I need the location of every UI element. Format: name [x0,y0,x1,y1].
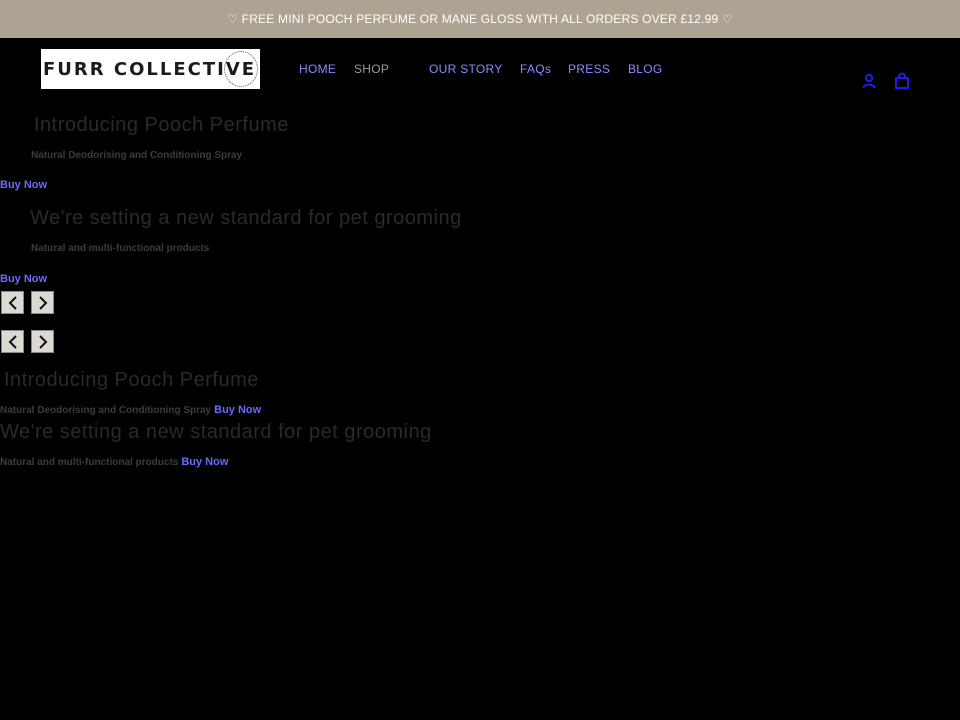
slide-prev-button[interactable] [1,291,24,314]
slide-2-title: We're setting a new standard for pet gro… [30,207,462,229]
nav-home[interactable]: HOME [299,62,336,76]
slide-1-title: Introducing Pooch Perfume [34,114,289,136]
nav-faqs[interactable]: FAQs [520,62,551,76]
announcement-text: ♡ FREE MINI POOCH PERFUME OR MANE GLOSS … [227,12,733,26]
announcement-bar: ♡ FREE MINI POOCH PERFUME OR MANE GLOSS … [0,0,960,38]
cart-icon[interactable] [893,72,911,90]
mobile-slide-next-button[interactable] [31,330,54,353]
mobile-slide-1-buy-button[interactable]: Buy Now [214,404,261,416]
mobile-slide-2-title: We're setting a new standard for pet gro… [0,421,432,443]
mobile-slide-2-subtitle: Natural and multi-functional products [0,457,179,468]
slide-2-buy-button[interactable]: Buy Now [0,273,47,285]
site-logo[interactable]: FURR COLLECTIVE [41,49,260,89]
nav-press[interactable]: PRESS [568,62,610,76]
nav-shop[interactable]: SHOP [354,62,389,76]
logo-seal-icon [224,51,258,87]
chevron-left-icon [8,295,17,310]
slide-1-subtitle: Natural Deodorising and Conditioning Spr… [31,150,243,161]
account-icon[interactable] [860,72,878,90]
slide-next-button[interactable] [31,291,54,314]
mobile-slide-1-subtitle-line: Natural Deodorising and Conditioning Spr… [0,404,261,416]
mobile-slide-2-subtitle-line: Natural and multi-functional products Buy… [0,456,228,468]
chevron-right-icon [38,295,47,310]
mobile-slide-2-buy-button[interactable]: Buy Now [181,456,228,468]
slide-1-buy-button[interactable]: Buy Now [0,179,47,191]
slide-2-subtitle: Natural and multi-functional products [31,243,210,254]
mobile-slide-prev-button[interactable] [1,330,24,353]
chevron-left-icon [8,334,17,349]
nav-blog[interactable]: BLOG [628,62,663,76]
nav-our-story[interactable]: OUR STORY [429,62,503,76]
chevron-right-icon [38,334,47,349]
mobile-slide-1-title: Introducing Pooch Perfume [4,369,259,391]
mobile-slide-1-subtitle: Natural Deodorising and Conditioning Spr… [0,405,212,416]
